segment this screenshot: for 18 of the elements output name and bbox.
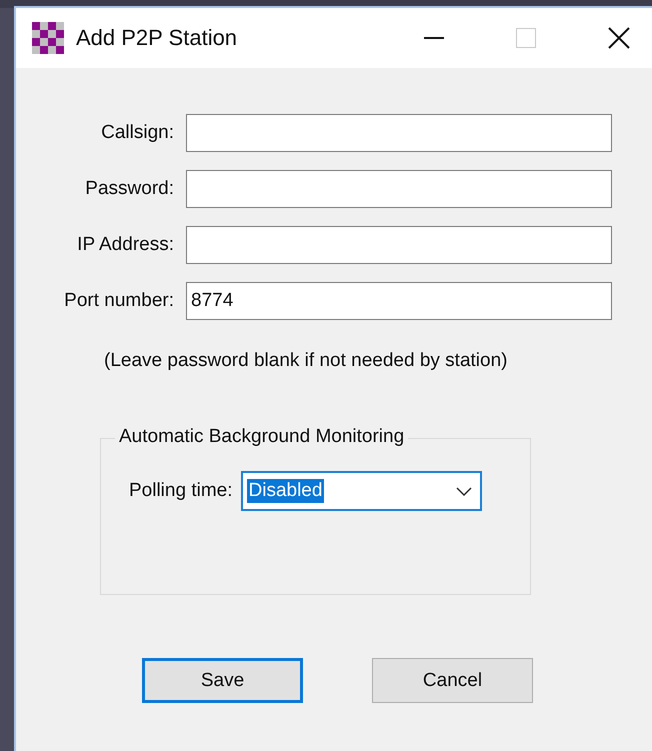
input-field[interactable] (186, 226, 612, 264)
checkered-app-icon (32, 22, 64, 54)
cancel-button[interactable]: Cancel (372, 658, 533, 703)
field-label: IP Address: (76, 234, 174, 256)
group-title: Automatic Background Monitoring (115, 426, 408, 448)
hint-text: (Leave password blank if not needed by station) (104, 350, 508, 372)
window-title: Add P2P Station (76, 25, 238, 51)
input-field[interactable]: 8774 (186, 282, 612, 320)
close-icon[interactable] (608, 27, 630, 49)
input-field[interactable] (186, 114, 612, 152)
polling-dropdown[interactable]: Disabled (240, 471, 482, 511)
field-label: Port number: (63, 290, 174, 312)
input-field[interactable] (186, 170, 612, 208)
field-label: Callsign: (100, 122, 174, 144)
chevron-down-icon (456, 486, 472, 496)
save-button[interactable]: Save (142, 658, 303, 703)
polling-label: Polling time: (129, 480, 232, 502)
field-label: Password: (84, 178, 174, 200)
